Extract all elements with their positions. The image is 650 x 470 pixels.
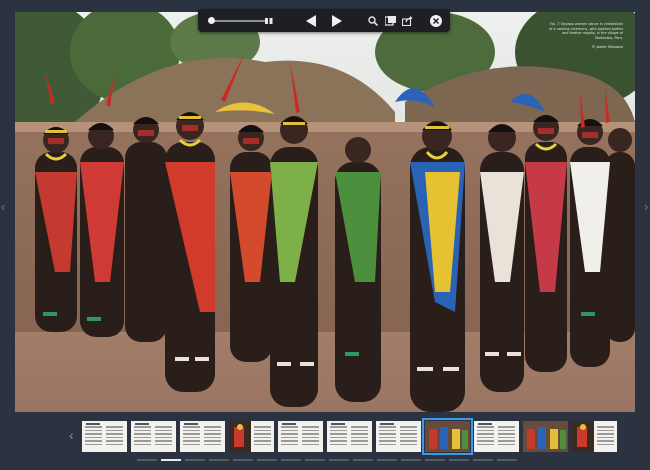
page-indicator-dot[interactable] <box>233 459 253 461</box>
viewer-toolbar <box>198 9 450 32</box>
page-indicator-dot[interactable] <box>137 459 157 461</box>
page-indicator-dot[interactable] <box>281 459 301 461</box>
page-thumbnail[interactable] <box>180 421 225 452</box>
page-thumbnail[interactable] <box>376 421 421 452</box>
page-thumbnail-strip <box>82 418 617 455</box>
previous-page-button[interactable] <box>302 9 320 32</box>
photo-dancers <box>15 12 635 412</box>
share-icon <box>401 15 412 26</box>
grid-icon <box>265 17 273 24</box>
bookmarks-button[interactable] <box>383 9 397 32</box>
page-thumbnail[interactable] <box>572 421 617 452</box>
page-indicator-dot[interactable] <box>353 459 373 461</box>
page-indicator-dot[interactable] <box>473 459 493 461</box>
page-indicator-dot[interactable] <box>401 459 421 461</box>
close-icon <box>430 14 442 27</box>
grid-view-button[interactable] <box>262 9 276 32</box>
bookmarks-icon <box>384 15 396 26</box>
right-edge-arrow-icon[interactable]: › <box>644 200 650 214</box>
page-indicator-dot[interactable] <box>329 459 349 461</box>
page-thumbnail[interactable] <box>422 418 473 455</box>
page-indicator-dot[interactable] <box>257 459 277 461</box>
zoom-slider-track[interactable] <box>213 20 265 22</box>
photo-credit: © Jamie Simpson <box>591 45 623 49</box>
page-indicator-dot[interactable] <box>377 459 397 461</box>
photo-viewer: Fig. 7: Kayapo women dance in celebratio… <box>15 12 635 412</box>
next-icon <box>332 14 342 27</box>
left-edge-arrow-icon[interactable]: ‹ <box>1 200 7 214</box>
page-indicator-dot[interactable] <box>305 459 325 461</box>
page-indicator-dot[interactable] <box>449 459 469 461</box>
page-thumbnail[interactable] <box>82 421 127 452</box>
page-thumbnail[interactable] <box>474 421 519 452</box>
page-indicator-dot[interactable] <box>497 459 517 461</box>
page-indicator-dot[interactable] <box>209 459 229 461</box>
zoom-slider-knob[interactable] <box>208 17 215 24</box>
page-indicator-dot[interactable] <box>425 459 445 461</box>
page-thumbnail[interactable] <box>327 421 372 452</box>
share-button[interactable] <box>400 9 414 32</box>
page-thumbnail[interactable] <box>278 421 323 452</box>
close-button[interactable] <box>428 9 444 32</box>
filmstrip-prev-icon[interactable]: ‹ <box>69 427 74 443</box>
next-page-button[interactable] <box>328 9 346 32</box>
page-thumbnail[interactable] <box>131 421 176 452</box>
page-thumbnail[interactable] <box>229 421 274 452</box>
search-icon <box>368 15 378 26</box>
page-thumbnail[interactable] <box>523 421 568 452</box>
prev-icon <box>306 14 316 27</box>
search-button[interactable] <box>366 9 380 32</box>
photo-caption: Fig. 7: Kayapo women dance in celebratio… <box>549 22 623 40</box>
page-indicator-dot[interactable] <box>161 459 181 461</box>
page-indicator-dot[interactable] <box>185 459 205 461</box>
